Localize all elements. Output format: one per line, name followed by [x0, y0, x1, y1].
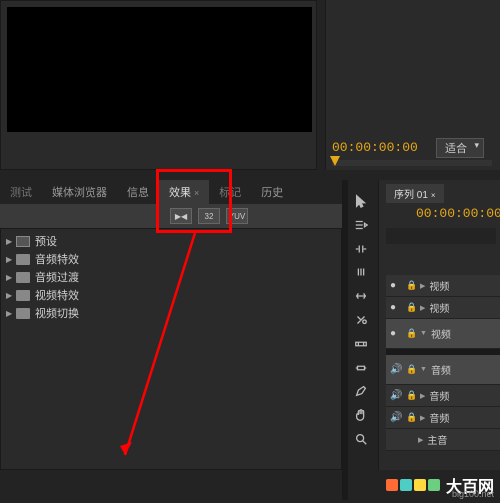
track-label: 视频: [429, 278, 449, 293]
track-label: 视频: [429, 300, 449, 315]
folder-icon: [16, 308, 30, 319]
rolling-edit-tool[interactable]: [352, 263, 370, 281]
tab-history[interactable]: 历史: [251, 180, 293, 204]
tab-project[interactable]: 测试: [0, 180, 42, 204]
lock-icon[interactable]: 🔒: [406, 412, 416, 423]
chevron-right-icon: ▶: [420, 282, 425, 290]
ripple-edit-tool[interactable]: [352, 240, 370, 258]
tree-item-audio-transitions[interactable]: ▶ 音频过渡: [0, 268, 342, 286]
lock-icon[interactable]: 🔒: [406, 390, 416, 401]
razor-tool[interactable]: [352, 311, 370, 329]
audio-track-3[interactable]: 🔊 🔒 ▶ 音频: [386, 407, 500, 429]
32bit-filter-button[interactable]: 32: [198, 208, 220, 224]
chevron-right-icon: ▶: [420, 304, 425, 312]
chevron-down-icon: ▼: [420, 366, 427, 373]
slide-tool[interactable]: [352, 359, 370, 377]
slip-tool[interactable]: [352, 335, 370, 353]
program-scrubber[interactable]: [332, 160, 492, 166]
timeline-tracks: ● 🔒 ▶ 视频 ● 🔒 ▶ 视频 ● 🔒 ▼ 视频 🔊 🔒 ▼ 音频 🔊 🔒 ▶ 音频 🔊 🔒 ▶ 音频 ▶ 主音: [386, 275, 500, 451]
track-label: 视频: [431, 326, 451, 341]
preset-folder-icon: [16, 236, 30, 247]
eye-icon[interactable]: ●: [390, 280, 402, 291]
speaker-icon[interactable]: 🔊: [390, 412, 402, 423]
lock-icon[interactable]: 🔒: [406, 302, 416, 313]
rate-stretch-tool[interactable]: [352, 287, 370, 305]
yuv-filter-button[interactable]: YUV: [226, 208, 248, 224]
audio-track-2[interactable]: 🔊 🔒 ▶ 音频: [386, 385, 500, 407]
speaker-icon[interactable]: 🔊: [390, 390, 402, 401]
audio-track-1[interactable]: 🔊 🔒 ▼ 音频: [386, 355, 500, 385]
timeline-timecode[interactable]: 00:00:00:00: [416, 206, 500, 221]
chevron-right-icon: ▶: [420, 414, 425, 422]
watermark-logo-icon: [386, 479, 440, 491]
folder-icon: [16, 290, 30, 301]
zoom-fit-dropdown[interactable]: 适合: [436, 138, 484, 158]
effects-filter-row: ▶◀ 32 YUV: [0, 204, 342, 228]
folder-icon: [16, 254, 30, 265]
eye-icon[interactable]: ●: [390, 328, 402, 339]
chevron-right-icon: ▶: [6, 255, 16, 264]
track-label: 主音: [427, 432, 447, 447]
lock-icon[interactable]: 🔒: [406, 328, 416, 339]
video-track-3[interactable]: ● 🔒 ▶ 视频: [386, 275, 500, 297]
selection-tool[interactable]: [352, 192, 370, 210]
panel-divider[interactable]: [342, 180, 348, 500]
tree-item-label: 音频过渡: [35, 269, 79, 285]
track-label: 音频: [429, 410, 449, 425]
tree-item-label: 音频特效: [35, 251, 79, 267]
chevron-right-icon: ▶: [6, 291, 16, 300]
chevron-right-icon: ▶: [418, 436, 423, 444]
track-select-tool[interactable]: [352, 216, 370, 234]
watermark-url: big100.net: [452, 489, 494, 499]
tree-item-presets[interactable]: ▶ 预设: [0, 232, 342, 250]
hand-tool[interactable]: [352, 406, 370, 424]
chevron-right-icon: ▶: [6, 309, 16, 318]
tree-item-video-effects[interactable]: ▶ 视频特效: [0, 286, 342, 304]
chevron-right-icon: ▶: [6, 273, 16, 282]
source-monitor-panel: [0, 0, 317, 170]
tab-markers[interactable]: 标记: [209, 180, 251, 204]
eye-icon[interactable]: ●: [390, 302, 402, 313]
tab-effects[interactable]: 效果×: [159, 180, 209, 204]
chevron-right-icon: ▶: [6, 237, 16, 246]
lock-icon[interactable]: 🔒: [406, 364, 416, 375]
watermark: 大百网 big100.net: [386, 473, 494, 497]
tree-item-label: 视频切换: [35, 305, 79, 321]
lock-icon[interactable]: 🔒: [406, 280, 416, 291]
close-icon[interactable]: ×: [194, 188, 199, 198]
close-icon[interactable]: ×: [431, 191, 436, 200]
track-label: 音频: [429, 388, 449, 403]
effects-panel-tabs: 测试 媒体浏览器 信息 效果× 标记 历史: [0, 180, 342, 204]
tab-info[interactable]: 信息: [117, 180, 159, 204]
tools-panel: [350, 188, 372, 448]
timeline-ruler[interactable]: [386, 228, 496, 244]
tree-item-audio-effects[interactable]: ▶ 音频特效: [0, 250, 342, 268]
pen-tool[interactable]: [352, 383, 370, 401]
zoom-tool[interactable]: [352, 430, 370, 448]
source-monitor-viewport: [7, 7, 312, 132]
tree-item-label: 视频特效: [35, 287, 79, 303]
folder-icon: [16, 272, 30, 283]
chevron-down-icon: ▼: [420, 330, 427, 337]
speaker-icon[interactable]: 🔊: [390, 364, 402, 375]
master-track[interactable]: ▶ 主音: [386, 429, 500, 451]
program-timecode[interactable]: 00:00:00:00: [332, 140, 418, 155]
effects-tree: ▶ 预设 ▶ 音频特效 ▶ 音频过渡 ▶ 视频特效 ▶ 视频切换: [0, 232, 342, 322]
tree-item-video-transitions[interactable]: ▶ 视频切换: [0, 304, 342, 322]
track-label: 音频: [431, 362, 451, 377]
chevron-right-icon: ▶: [420, 392, 425, 400]
tab-media-browser[interactable]: 媒体浏览器: [42, 180, 117, 204]
video-track-1[interactable]: ● 🔒 ▼ 视频: [386, 319, 500, 349]
tree-item-label: 预设: [35, 233, 57, 249]
video-track-2[interactable]: ● 🔒 ▶ 视频: [386, 297, 500, 319]
sequence-tab[interactable]: 序列 01×: [386, 184, 444, 203]
accelerated-filter-button[interactable]: ▶◀: [170, 208, 192, 224]
